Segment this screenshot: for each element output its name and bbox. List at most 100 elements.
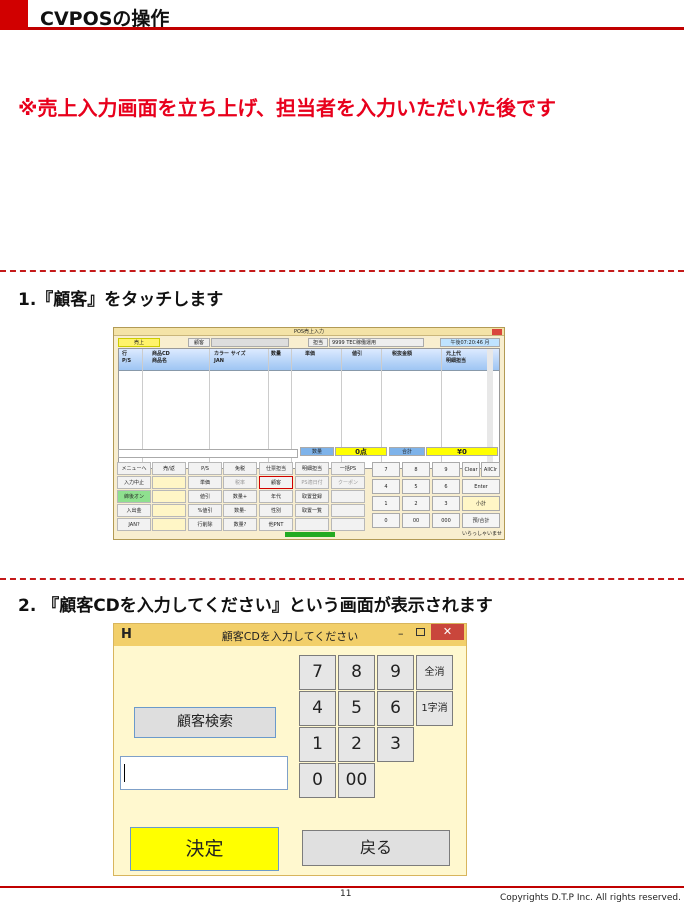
pos-key[interactable]: 8 <box>402 462 430 477</box>
key-0[interactable]: 0 <box>299 763 336 798</box>
pos-key[interactable]: 000 <box>432 513 460 528</box>
pos-func-button[interactable]: 取置一覧 <box>295 504 329 517</box>
pos-func-button[interactable]: 免税 <box>223 462 257 475</box>
dialog-title: 顧客CDを入力してください <box>221 630 359 643</box>
pos-clock: 午後07:20:46 月 <box>440 338 500 347</box>
backspace-button[interactable]: 1字消 <box>416 691 453 726</box>
pos-func-button[interactable]: クーポン <box>331 476 365 489</box>
customer-code-dialog: H 顧客CDを入力してください – ✕ 顧客検索 7 8 9 全消 4 5 6 … <box>113 623 467 876</box>
close-icon[interactable]: ✕ <box>431 624 464 640</box>
pos-func-button[interactable]: 他PNT <box>259 518 293 531</box>
step-1-label: 1.『顧客』をタッチします <box>18 290 224 310</box>
pos-key[interactable]: 小計 <box>462 496 500 511</box>
key-6[interactable]: 6 <box>377 691 414 726</box>
clear-all-button[interactable]: 全消 <box>416 655 453 690</box>
pos-status-bar <box>285 532 335 537</box>
pos-func-button[interactable] <box>152 490 186 503</box>
pos-col-7: 元上代 明細担当 <box>446 351 467 364</box>
pos-col-0: 行 P/S <box>122 351 132 364</box>
pos-func-button[interactable] <box>331 518 365 531</box>
pos-func-button[interactable]: JAN? <box>117 518 151 531</box>
pos-func-button[interactable]: 年代 <box>259 490 293 503</box>
pos-func-button[interactable] <box>331 490 365 503</box>
customer-code-input[interactable] <box>120 756 288 790</box>
pos-func-button[interactable]: 締後オン <box>117 490 151 503</box>
pos-qty-value: 0点 <box>335 447 387 456</box>
back-button[interactable]: 戻る <box>302 830 450 866</box>
pos-col-6: 税抜金額 <box>392 351 413 357</box>
pos-func-button[interactable] <box>295 518 329 531</box>
pos-func-button[interactable]: 取置登録 <box>295 490 329 503</box>
pos-func-button[interactable]: 一括PS <box>331 462 365 475</box>
pos-func-button[interactable]: P/S <box>188 462 222 475</box>
minimize-icon[interactable]: – <box>398 627 404 640</box>
pos-func-button[interactable]: 入出金 <box>117 504 151 517</box>
key-2[interactable]: 2 <box>338 727 375 762</box>
pos-window-title: POS売上入力 <box>114 328 504 336</box>
pos-total-value: ¥0 <box>426 447 498 456</box>
pos-func-button[interactable]: 性別 <box>259 504 293 517</box>
pos-key[interactable]: 0 <box>372 513 400 528</box>
pos-func-button[interactable] <box>152 518 186 531</box>
pos-scan-input[interactable] <box>118 449 298 458</box>
pos-func-button[interactable]: 数量+ <box>223 490 257 503</box>
pos-func-button[interactable]: 数量- <box>223 504 257 517</box>
step-2-label: 2. 『顧客CDを入力してください』という画面が表示されます <box>18 596 493 616</box>
pos-close-icon[interactable] <box>492 329 502 335</box>
key-3[interactable]: 3 <box>377 727 414 762</box>
footer-rule <box>0 886 684 888</box>
pos-col-2: カラー サイズ JAN <box>214 351 246 364</box>
divider <box>0 270 684 272</box>
pos-func-button[interactable]: 入力中止 <box>117 476 151 489</box>
pos-key[interactable]: 00 <box>402 513 430 528</box>
header-accent <box>0 0 28 30</box>
pos-key[interactable]: 5 <box>402 479 430 494</box>
text-caret <box>124 764 125 782</box>
pos-key[interactable]: 7 <box>372 462 400 477</box>
key-1[interactable]: 1 <box>299 727 336 762</box>
confirm-button[interactable]: 決定 <box>130 827 279 871</box>
pos-key[interactable]: Enter <box>462 479 500 494</box>
page-number: 11 <box>340 889 352 899</box>
dialog-titlebar: H 顧客CDを入力してください – ✕ <box>114 624 466 646</box>
pos-func-button[interactable]: メニューへ <box>117 462 151 475</box>
pos-func-button[interactable]: 明細担当 <box>295 462 329 475</box>
pos-key[interactable]: 1 <box>372 496 400 511</box>
pos-func-button[interactable]: %値引 <box>188 504 222 517</box>
pos-func-button[interactable]: PS適日付 <box>295 476 329 489</box>
pos-key[interactable]: Clear <box>462 462 480 477</box>
pos-customer-field <box>211 338 289 347</box>
key-8[interactable]: 8 <box>338 655 375 690</box>
pos-func-button[interactable] <box>152 476 186 489</box>
pos-func-button[interactable]: 税率 <box>223 476 257 489</box>
header-rule <box>28 27 684 30</box>
pos-func-button[interactable]: 行削除 <box>188 518 222 531</box>
pos-key[interactable]: 9 <box>432 462 460 477</box>
pos-sales-screen: POS売上入力 売上 顧客 担当 9999 TEC稼働運用 午後07:20:46… <box>113 327 505 540</box>
customer-search-button[interactable]: 顧客検索 <box>134 707 276 738</box>
key-00[interactable]: 00 <box>338 763 375 798</box>
key-9[interactable]: 9 <box>377 655 414 690</box>
pos-key[interactable]: AllClr <box>481 462 500 477</box>
maximize-icon[interactable] <box>416 628 425 636</box>
key-4[interactable]: 4 <box>299 691 336 726</box>
pos-func-button[interactable]: 数量? <box>223 518 257 531</box>
pos-customer-button[interactable]: 顧客 <box>259 476 293 489</box>
pos-func-button[interactable]: 売/返 <box>152 462 186 475</box>
pos-staff-value: 9999 TEC稼働運用 <box>329 338 424 347</box>
pos-customer-label: 顧客 <box>188 338 210 347</box>
pos-col-3: 数量 <box>271 351 282 357</box>
key-7[interactable]: 7 <box>299 655 336 690</box>
pos-key[interactable]: 6 <box>432 479 460 494</box>
pos-key[interactable]: 預/合計 <box>462 513 500 528</box>
pos-func-button[interactable]: 値引 <box>188 490 222 503</box>
pos-welcome: いらっしゃいませ <box>462 531 502 537</box>
pos-key[interactable]: 2 <box>402 496 430 511</box>
key-5[interactable]: 5 <box>338 691 375 726</box>
pos-func-button[interactable]: 単価 <box>188 476 222 489</box>
pos-func-button[interactable] <box>331 504 365 517</box>
pos-key[interactable]: 3 <box>432 496 460 511</box>
pos-func-button[interactable] <box>152 504 186 517</box>
pos-key[interactable]: 4 <box>372 479 400 494</box>
pos-func-button[interactable]: 仕票担当 <box>259 462 293 475</box>
